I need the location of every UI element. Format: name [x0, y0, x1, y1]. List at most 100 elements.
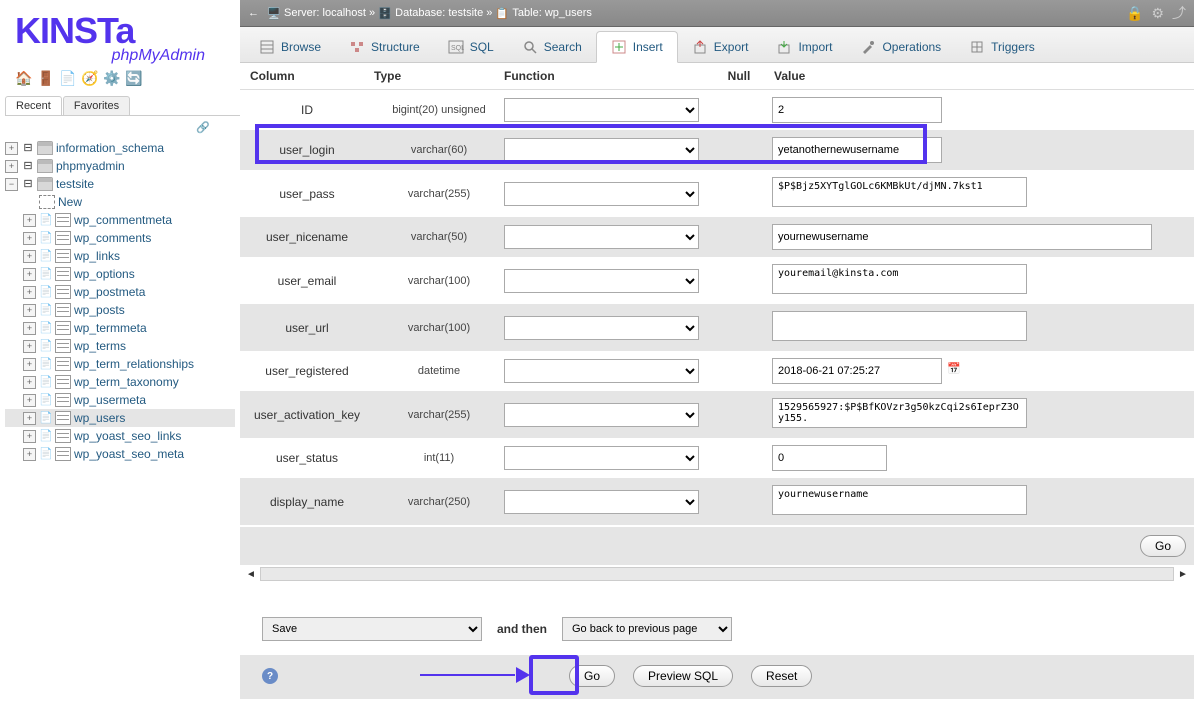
- fn-id[interactable]: [504, 98, 699, 122]
- col-nice: user_nicename: [240, 230, 374, 244]
- tree-tbl-terms[interactable]: +📄wp_terms: [5, 337, 235, 355]
- col-pass: user_pass: [240, 187, 374, 201]
- type-display: varchar(250): [374, 496, 504, 508]
- fn-email[interactable]: [504, 269, 699, 293]
- server-icon: 🖥️: [267, 7, 281, 19]
- tab-import[interactable]: Import: [762, 31, 846, 62]
- hdr-value: Value: [764, 69, 1194, 83]
- bc-db-link[interactable]: testsite: [448, 7, 483, 19]
- import-icon: [776, 39, 792, 55]
- type-status: int(11): [374, 452, 504, 464]
- go-button[interactable]: Go: [569, 665, 615, 687]
- tree-tbl-postmeta[interactable]: +📄wp_postmeta: [5, 283, 235, 301]
- sidebar: KINSTa phpMyAdmin 🏠 🚪 📄 🧭 ⚙️ 🔄 Recent Fa…: [0, 0, 240, 715]
- fn-login[interactable]: [504, 138, 699, 162]
- val-login[interactable]: [772, 137, 942, 163]
- tab-search[interactable]: Search: [508, 31, 596, 62]
- home-icon[interactable]: 🏠: [15, 70, 31, 86]
- link-icon[interactable]: 🔗: [0, 116, 240, 139]
- operations-icon: [860, 39, 876, 55]
- collapse-icon[interactable]: ←: [248, 7, 259, 19]
- fn-pass[interactable]: [504, 182, 699, 206]
- refresh-icon[interactable]: 🔄: [125, 70, 141, 86]
- lock-icon[interactable]: 🔒: [1126, 5, 1143, 22]
- tab-favorites[interactable]: Favorites: [63, 96, 130, 115]
- tree-tbl-yoast-links[interactable]: +📄wp_yoast_seo_links: [5, 427, 235, 445]
- row-user-email: user_email varchar(100) youremail@kinsta…: [240, 257, 1194, 304]
- reset-button[interactable]: Reset: [751, 665, 812, 687]
- val-reg[interactable]: [772, 358, 942, 384]
- val-email[interactable]: youremail@kinsta.com: [772, 264, 1027, 294]
- tree-tbl-term-relationships[interactable]: +📄wp_term_relationships: [5, 355, 235, 373]
- scroll-right-icon[interactable]: ►: [1178, 569, 1188, 580]
- tab-export[interactable]: Export: [678, 31, 763, 62]
- bottom-row-buttons: ? Go Preview SQL Reset: [252, 665, 1182, 687]
- bottom-bar: Save and then Go back to previous page ?…: [240, 603, 1194, 699]
- tree-db-phpmyadmin[interactable]: +⊟phpmyadmin: [5, 157, 235, 175]
- row-user-pass: user_pass varchar(255) $P$Bjz5XYTglGOLc6…: [240, 170, 1194, 217]
- fn-akey[interactable]: [504, 403, 699, 427]
- type-email: varchar(100): [374, 275, 504, 287]
- val-akey[interactable]: 1529565927:$P$BfKOVzr3g50kzCqi2s6IeprZ3O…: [772, 398, 1027, 428]
- val-pass[interactable]: $P$Bjz5XYTglGOLc6KMBkUt/djMN.7kst1: [772, 177, 1027, 207]
- tab-browse[interactable]: Browse: [245, 31, 335, 62]
- val-display[interactable]: yournewusername: [772, 485, 1027, 515]
- fn-status[interactable]: [504, 446, 699, 470]
- row-display-name: display_name varchar(250) yournewusernam…: [240, 478, 1194, 525]
- val-url[interactable]: [772, 311, 1027, 341]
- table-icon: 📋: [495, 7, 509, 19]
- fn-display[interactable]: [504, 490, 699, 514]
- tree-tbl-commentmeta[interactable]: +📄wp_commentmeta: [5, 211, 235, 229]
- calendar-icon[interactable]: 📅: [947, 362, 965, 380]
- tab-recent[interactable]: Recent: [5, 96, 62, 115]
- tree-tbl-posts[interactable]: +📄wp_posts: [5, 301, 235, 319]
- hdr-column: Column: [240, 69, 374, 83]
- tree-tbl-users[interactable]: +📄wp_users: [5, 409, 235, 427]
- tree-tbl-usermeta[interactable]: +📄wp_usermeta: [5, 391, 235, 409]
- fn-nice[interactable]: [504, 225, 699, 249]
- val-status[interactable]: [772, 445, 887, 471]
- val-nice[interactable]: [772, 224, 1152, 250]
- fn-reg[interactable]: [504, 359, 699, 383]
- sidebar-tabs: Recent Favorites: [5, 96, 240, 116]
- tree-tbl-yoast-meta[interactable]: +📄wp_yoast_seo_meta: [5, 445, 235, 463]
- val-id[interactable]: [772, 97, 942, 123]
- tree-new[interactable]: New: [5, 193, 235, 211]
- triggers-icon: [969, 39, 985, 55]
- bc-tbl-link[interactable]: wp_users: [545, 7, 592, 19]
- logout-icon[interactable]: 🚪: [37, 70, 53, 86]
- help-icon[interactable]: ?: [262, 668, 278, 684]
- type-url: varchar(100): [374, 322, 504, 334]
- andthen-label: and then: [497, 622, 547, 636]
- after-action-select[interactable]: Go back to previous page: [562, 617, 732, 641]
- tab-sql[interactable]: SQLSQL: [434, 31, 508, 62]
- gear-icon[interactable]: ⚙️: [103, 70, 119, 86]
- bc-sep: »: [369, 7, 375, 19]
- settings-icon[interactable]: ⚙: [1151, 5, 1164, 22]
- scrollbar-track[interactable]: [260, 567, 1174, 581]
- hdr-function: Function: [504, 69, 714, 83]
- tree-tbl-links[interactable]: +📄wp_links: [5, 247, 235, 265]
- bc-server-link[interactable]: localhost: [323, 7, 366, 19]
- up-icon[interactable]: ⤴: [1172, 3, 1186, 23]
- tree-tbl-comments[interactable]: +📄wp_comments: [5, 229, 235, 247]
- tab-structure[interactable]: Structure: [335, 31, 434, 62]
- tab-operations[interactable]: Operations: [846, 31, 955, 62]
- tree-db-testsite[interactable]: −⊟testsite: [5, 175, 235, 193]
- tree-tbl-termmeta[interactable]: +📄wp_termmeta: [5, 319, 235, 337]
- tab-triggers[interactable]: Triggers: [955, 31, 1049, 62]
- tree-db-information-schema[interactable]: +⊟information_schema: [5, 139, 235, 157]
- fn-url[interactable]: [504, 316, 699, 340]
- nav-icon[interactable]: 🧭: [81, 70, 97, 86]
- scroll-left-icon[interactable]: ◄: [246, 569, 256, 580]
- tree-tbl-options[interactable]: +📄wp_options: [5, 265, 235, 283]
- tab-insert[interactable]: Insert: [596, 31, 678, 63]
- preview-sql-button[interactable]: Preview SQL: [633, 665, 733, 687]
- doc-icon[interactable]: 📄: [59, 70, 75, 86]
- tree-tbl-term-taxonomy[interactable]: +📄wp_term_taxonomy: [5, 373, 235, 391]
- col-display: display_name: [240, 495, 374, 509]
- breadcrumb: ← 🖥️ Server: localhost » 🗄️ Database: te…: [240, 0, 1194, 27]
- go-button-top[interactable]: Go: [1140, 535, 1186, 557]
- go-bar: Go: [240, 527, 1194, 565]
- action-select[interactable]: Save: [262, 617, 482, 641]
